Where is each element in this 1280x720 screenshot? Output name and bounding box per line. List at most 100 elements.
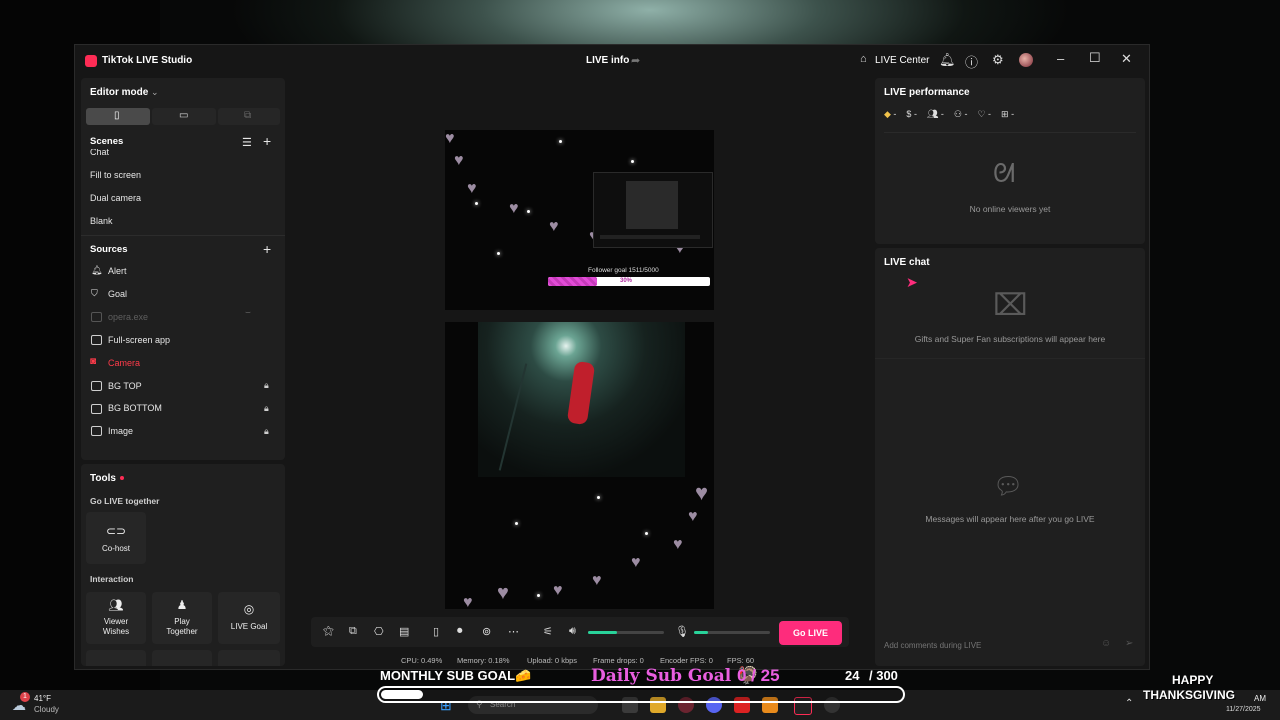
heart-decoration: ♥ xyxy=(445,130,455,147)
viewers-icon: 👥︎ xyxy=(926,109,939,119)
lock-icon[interactable]: 🔒︎ xyxy=(264,380,269,391)
empty-viewers-icon: ᘛ xyxy=(993,158,1016,188)
send-icon[interactable]: ➢ xyxy=(1125,638,1133,649)
tool-tile-partial[interactable] xyxy=(218,650,280,666)
scene-item[interactable]: Dual camera xyxy=(90,193,141,203)
performance-title: LIVE performance xyxy=(884,87,970,98)
chevron-down-icon[interactable]: ⌄ xyxy=(151,87,159,98)
emoji-icon[interactable]: ☺ xyxy=(1101,638,1111,649)
weather-temp[interactable]: 41°F xyxy=(34,694,51,703)
source-label: BG BOTTOM xyxy=(108,403,162,413)
comment-input[interactable] xyxy=(882,636,1108,654)
clock-time[interactable]: AM xyxy=(1254,694,1266,703)
help-icon[interactable]: ⓘ xyxy=(965,52,978,71)
sparkle xyxy=(559,140,562,143)
add-source-button[interactable]: + xyxy=(263,241,271,257)
viewer-wishes-label-1: Viewer xyxy=(103,617,129,626)
monthly-count-current: 24 xyxy=(845,668,860,683)
monthly-goal-label: MONTHLY SUB GOAL🧀 xyxy=(380,668,532,683)
share-icon[interactable]: ➦ xyxy=(631,54,640,67)
live-info-button[interactable]: LIVE info xyxy=(586,55,629,66)
follower-goal-bar: 30% xyxy=(548,277,710,286)
target-icon: ◎ xyxy=(243,602,255,616)
tiktok-logo-icon xyxy=(85,55,97,67)
camera-feed xyxy=(478,322,685,477)
dual-screen-icon: ⧉ xyxy=(244,110,252,121)
hidden-eye-icon[interactable]: ⌣ xyxy=(245,307,251,318)
preview-top[interactable]: ♥ ♥ ♥ ♥ ♥ ♥ ♥ ♥ Follower goal 1511/5000 … xyxy=(445,130,714,310)
preview-bottom[interactable]: ♥ ♥ ♥ ♥ ♥ ♥ ♥ ♥ xyxy=(445,322,714,609)
window-icon xyxy=(91,312,102,322)
maximize-button[interactable]: ☐ xyxy=(1089,50,1101,66)
source-label: Camera xyxy=(108,358,141,368)
captions-icon[interactable]: ▤ xyxy=(399,625,409,638)
minimize-button[interactable]: – xyxy=(1057,51,1064,66)
monthly-count-total: / 300 xyxy=(869,668,898,683)
record-icon[interactable]: ⏺ xyxy=(457,625,463,638)
mixer-icon[interactable]: ⚟ xyxy=(543,625,553,638)
editor-mode-label[interactable]: Editor mode xyxy=(90,87,148,98)
chevron-up-icon[interactable]: ⌃ xyxy=(1125,698,1133,709)
bell-icon[interactable]: 🔔︎ xyxy=(939,52,956,68)
lock-icon[interactable]: 🔒︎ xyxy=(264,426,269,437)
live-goal-button[interactable]: ◎ LIVE Goal xyxy=(218,592,280,644)
live-goal-label: LIVE Goal xyxy=(230,622,268,631)
list-icon[interactable]: ☰ xyxy=(242,136,252,149)
add-scene-button[interactable]: + xyxy=(263,133,271,149)
effects-icon[interactable]: ⎔ xyxy=(374,625,384,638)
gear-icon[interactable]: ⚙ xyxy=(992,52,1004,68)
dual-mode-button[interactable]: ⧉ xyxy=(218,108,280,125)
heart-decoration: ♥ xyxy=(695,480,709,505)
replay-icon[interactable]: ⊚ xyxy=(482,625,491,638)
tool-tile-partial[interactable] xyxy=(86,650,146,666)
tiktok-live-studio-window: TikTok LIVE Studio LIVE info ➦ ⌂ LIVE Ce… xyxy=(74,44,1150,670)
speaker-icon[interactable]: 🔊︎ xyxy=(569,625,576,638)
performance-metrics-row[interactable]: ◆ - $ - 👥︎ - ⚇ - ♡ - ⊞ - xyxy=(884,109,1014,120)
monthly-goal-fill xyxy=(381,690,423,699)
performance-panel: LIVE performance ◆ - $ - 👥︎ - ⚇ - ♡ - ⊞ … xyxy=(875,78,1145,244)
new-followers-icon: ⚇ xyxy=(953,109,962,119)
chat-title: LIVE chat xyxy=(884,257,930,268)
shield-icon: ⛉ xyxy=(91,288,98,298)
scene-item[interactable]: Blank xyxy=(90,216,113,226)
home-icon: ⌂ xyxy=(860,53,867,65)
phone-icon[interactable]: ▯ xyxy=(433,625,439,638)
scene-item[interactable]: Chat xyxy=(90,149,109,157)
landscape-mode-button[interactable]: ▭ xyxy=(152,108,216,125)
follower-goal-fill xyxy=(548,277,597,286)
diamond-icon: ◆ xyxy=(884,109,891,119)
close-button[interactable]: ✕ xyxy=(1121,51,1132,67)
layout-icon[interactable]: ⧉ xyxy=(349,625,357,638)
gifts-empty-text: Gifts and Super Fan subscriptions will a… xyxy=(914,334,1106,344)
viewer-wishes-button[interactable]: 👥︎ Viewer Wishes xyxy=(86,592,146,644)
play-together-button[interactable]: ♟ Play Together xyxy=(152,592,212,644)
microphone-icon[interactable]: 🎙︎ xyxy=(675,625,689,638)
clock-date[interactable]: 11/27/2025 xyxy=(1226,706,1261,713)
avatar[interactable] xyxy=(1019,53,1033,67)
portrait-mode-button[interactable]: ▯ xyxy=(86,108,150,125)
go-live-button[interactable]: Go LIVE xyxy=(779,621,842,645)
weather-condition[interactable]: Cloudy xyxy=(34,705,59,714)
cohost-label: Co-host xyxy=(101,544,130,553)
volume-slider[interactable] xyxy=(588,631,664,634)
image-icon xyxy=(91,404,102,414)
live-center-button[interactable]: LIVE Center xyxy=(875,55,929,66)
tool-tile-partial[interactable] xyxy=(152,650,212,666)
scene-item[interactable]: Fill to screen xyxy=(90,170,141,180)
magic-wand-icon[interactable]: ⚝ xyxy=(323,625,334,638)
lock-icon[interactable]: 🔒︎ xyxy=(264,403,269,414)
more-icon[interactable]: ⋯ xyxy=(508,625,519,638)
title-bar[interactable]: TikTok LIVE Studio LIVE info ➦ ⌂ LIVE Ce… xyxy=(75,45,1149,77)
gift-icon: ⊞ xyxy=(1001,109,1009,119)
heart-decoration: ♥ xyxy=(592,572,602,589)
daily-goal-label: Daily Sub Goal 🦃 xyxy=(591,666,759,686)
new-badge xyxy=(120,476,124,480)
follower-goal-percent: 30% xyxy=(620,278,633,284)
likes-icon: ♡ xyxy=(977,109,986,119)
mic-slider[interactable] xyxy=(694,631,770,634)
users-icon: 👥︎ xyxy=(108,598,124,612)
heart-decoration: ♥ xyxy=(497,582,509,604)
scenes-title: Scenes xyxy=(90,136,124,147)
cohost-button[interactable]: ⊂⊃ Co-host xyxy=(86,512,146,564)
heart-decoration: ♥ xyxy=(463,594,473,609)
